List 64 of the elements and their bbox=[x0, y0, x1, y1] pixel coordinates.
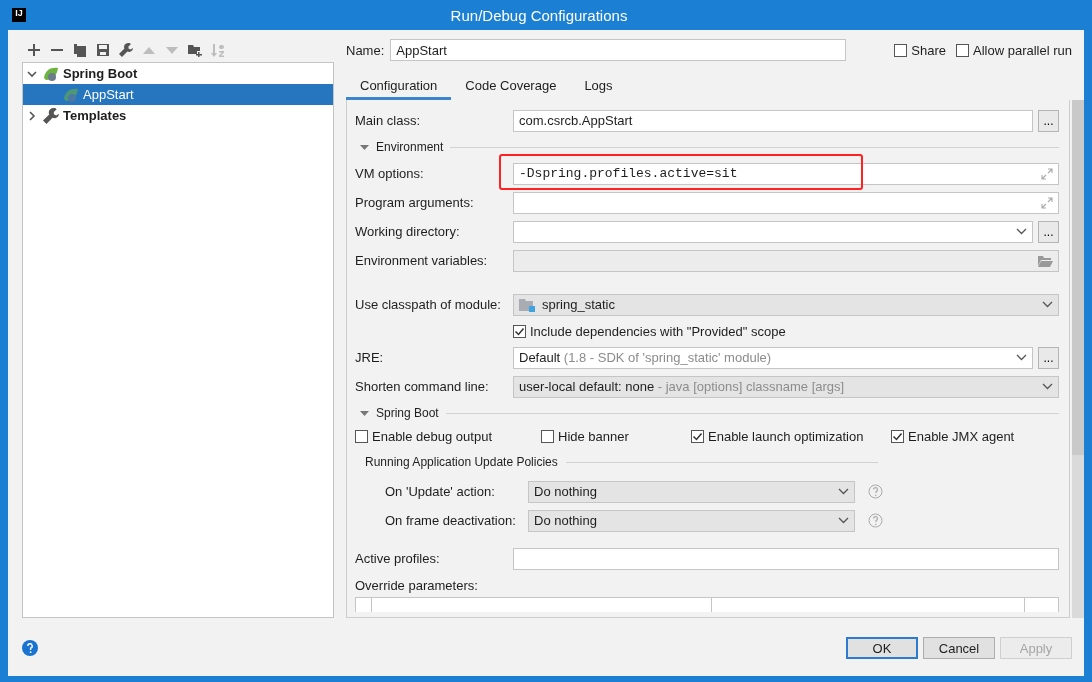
wrench-icon bbox=[43, 107, 59, 124]
tab[interactable]: Code Coverage bbox=[451, 73, 571, 100]
spring-leaf-icon bbox=[63, 86, 79, 103]
field-label: Shorten command line: bbox=[355, 379, 490, 394]
dialog-button[interactable]: Cancel bbox=[923, 637, 995, 659]
checkbox-option[interactable]: Enable debug output bbox=[355, 428, 541, 444]
field-label: Override parameters: bbox=[355, 577, 478, 593]
field-label: Working directory: bbox=[355, 224, 461, 239]
policy-dropdown[interactable]: Do nothing bbox=[528, 509, 855, 532]
tab[interactable]: Configuration bbox=[346, 73, 452, 100]
section-title: Environment bbox=[376, 140, 444, 154]
wrench-icon[interactable] bbox=[119, 43, 133, 57]
check-icon bbox=[692, 430, 703, 442]
dialog-button[interactable]: OK bbox=[846, 637, 918, 659]
new-folder-icon[interactable] bbox=[188, 43, 202, 57]
check-icon bbox=[892, 430, 903, 442]
input-field[interactable] bbox=[513, 191, 1059, 214]
field-label: Main class: bbox=[355, 113, 422, 128]
add-icon[interactable] bbox=[27, 43, 41, 57]
name-field[interactable]: AppStart bbox=[390, 39, 847, 61]
field-label: Active profiles: bbox=[355, 551, 441, 566]
check-icon bbox=[514, 325, 525, 337]
name-label: Name: bbox=[346, 42, 385, 58]
checkbox-option[interactable]: Allow parallel run bbox=[956, 42, 1072, 58]
include-provided-checkbox[interactable]: Include dependencies with "Provided" scope bbox=[513, 323, 786, 339]
chevron-icon[interactable] bbox=[27, 68, 39, 79]
spring-leaf-icon bbox=[43, 65, 59, 82]
field-label: Program arguments: bbox=[355, 195, 475, 210]
app-logo: IJ bbox=[12, 8, 26, 22]
checkbox-option[interactable]: Enable launch optimization bbox=[691, 428, 891, 444]
module-folder-icon bbox=[519, 297, 536, 312]
copy-icon[interactable] bbox=[73, 43, 87, 57]
tree-item[interactable]: Spring Boot bbox=[23, 63, 333, 84]
collapse-triangle-icon[interactable] bbox=[360, 142, 369, 152]
main-class-field[interactable]: com.csrcb.AppStart bbox=[513, 109, 1033, 132]
section-title: Spring Boot bbox=[376, 406, 439, 420]
group-title: Running Application Update Policies bbox=[365, 455, 558, 469]
policy-dropdown[interactable]: Do nothing bbox=[528, 480, 855, 503]
tab[interactable]: Logs bbox=[570, 73, 627, 100]
jre-dropdown[interactable]: Default (1.8 - SDK of 'spring_static' module) bbox=[513, 346, 1033, 369]
field-label: On 'Update' action: bbox=[385, 484, 496, 499]
browse-button[interactable]: ... bbox=[1038, 109, 1059, 132]
checkbox-option[interactable]: Hide banner bbox=[541, 428, 691, 444]
field-label: Use classpath of module: bbox=[355, 297, 502, 312]
input-field[interactable] bbox=[513, 220, 1033, 243]
field-label: Environment variables: bbox=[355, 253, 489, 268]
collapse-triangle-icon[interactable] bbox=[360, 408, 369, 418]
checkbox-option[interactable]: Share bbox=[894, 42, 946, 58]
field-label: VM options: bbox=[355, 166, 425, 181]
browse-button[interactable]: ... bbox=[1038, 346, 1059, 369]
checkbox-option[interactable]: Enable JMX agent bbox=[891, 428, 1015, 444]
browse-button[interactable]: ... bbox=[1038, 220, 1059, 243]
input-field[interactable]: -Dspring.profiles.active=sit bbox=[513, 162, 1059, 185]
shorten-dropdown[interactable]: user-local default: none - java [options] classname [args] bbox=[513, 375, 1059, 398]
help-icon[interactable] bbox=[22, 640, 38, 656]
scrollbar-thumb[interactable] bbox=[1072, 100, 1084, 455]
module-dropdown[interactable]: spring_static bbox=[513, 293, 1059, 316]
window-title: Run/Debug Configurations bbox=[449, 6, 629, 24]
tree-item[interactable]: AppStart bbox=[23, 84, 333, 105]
field-label: On frame deactivation: bbox=[385, 513, 517, 528]
tree-item[interactable]: Templates bbox=[23, 105, 333, 126]
active-profiles-field[interactable] bbox=[513, 547, 1059, 570]
save-icon[interactable] bbox=[96, 43, 110, 57]
field-label: JRE: bbox=[355, 350, 385, 365]
